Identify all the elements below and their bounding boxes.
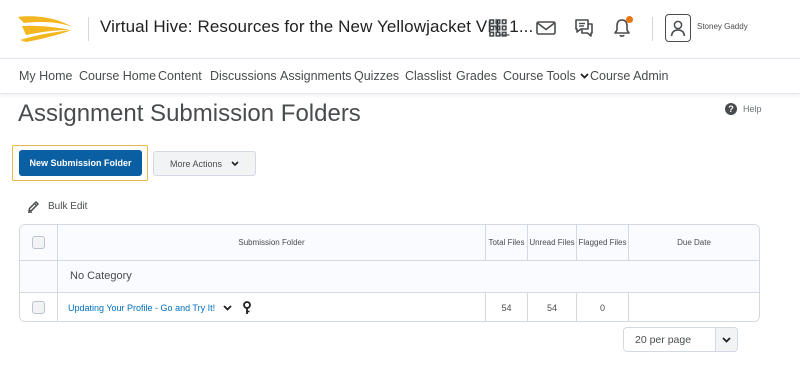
nav-course-admin[interactable]: Course Admin [590,69,669,83]
help-label: Help [743,104,762,114]
chevron-down-icon[interactable] [223,304,232,311]
nav-my-home[interactable]: My Home [19,69,72,83]
bulk-edit-label: Bulk Edit [48,201,88,212]
total-files-cell: 54 [485,293,527,321]
folder-link[interactable]: Updating Your Profile - Go and Try It! [68,303,215,313]
nav-course-tools[interactable]: Course Tools [503,69,589,83]
bulk-edit-button[interactable]: Bulk Edit [27,200,87,213]
nav-content[interactable]: Content [158,69,202,83]
nav-classlist[interactable]: Classlist [405,69,452,83]
select-all-checkbox[interactable] [32,236,45,249]
chevron-down-icon [231,161,239,166]
per-page-select[interactable]: 20 per page [623,327,738,352]
notification-dot [626,16,633,23]
header-flagged-files[interactable]: Flagged Files [576,225,628,260]
chevron-down-icon [580,73,589,79]
header-due-date[interactable]: Due Date [628,225,759,260]
course-navbar: My Home Course Home Content Discussions … [0,58,800,94]
row-select-cell [20,293,57,321]
header-unread-files[interactable]: Unread Files [527,225,576,260]
folder-cell: Updating Your Profile - Go and Try It! [57,293,485,321]
category-divider [57,261,58,292]
pencil-edit-icon [28,201,39,213]
more-actions-button[interactable]: More Actions [153,151,256,176]
course-title[interactable]: Virtual Hive: Resources for the New Yell… [100,17,533,37]
per-page-label: 20 per page [635,334,692,346]
header-submission-folder[interactable]: Submission Folder [57,225,485,260]
category-row: No Category [20,261,759,293]
nav-course-home[interactable]: Course Home [79,69,156,83]
bell-icon[interactable] [609,15,635,41]
header-total-files[interactable]: Total Files [485,225,527,260]
due-date-cell [628,293,759,321]
app-grid-icon[interactable] [485,15,511,41]
table-row: Updating Your Profile - Go and Try It! 5… [20,293,759,321]
more-actions-label: More Actions [169,158,223,169]
top-header: Virtual Hive: Resources for the New Yell… [0,0,800,58]
chevron-down-icon [722,336,731,343]
flagged-files-cell: 0 [576,293,628,321]
header-divider [652,17,653,41]
chat-bubbles-icon[interactable] [571,15,597,41]
help-icon: ? [725,103,737,115]
page-title: Assignment Submission Folders [18,100,361,127]
nav-course-tools-label: Course Tools [503,69,576,83]
submission-folders-table: Submission Folder Total Files Unread Fil… [19,224,760,322]
help-link[interactable]: ? Help [725,103,762,115]
table-header-row: Submission Folder Total Files Unread Fil… [20,225,759,261]
nav-assignments[interactable]: Assignments [280,69,352,83]
nav-grades[interactable]: Grades [456,69,497,83]
header-divider [88,17,89,41]
user-name[interactable]: Stoney Gaddy [697,22,748,31]
category-label: No Category [70,270,132,282]
new-submission-folder-button[interactable]: New Submission Folder [19,150,142,176]
institution-logo[interactable] [16,13,74,43]
nav-quizzes[interactable]: Quizzes [354,69,399,83]
nav-discussions[interactable]: Discussions [210,69,277,83]
row-checkbox[interactable] [32,301,45,314]
per-page-dropdown-button[interactable] [715,328,737,351]
logo-swoosh-icon [18,16,72,42]
envelope-icon[interactable] [533,15,559,41]
unread-files-cell: 54 [527,293,576,321]
key-icon [243,300,251,314]
header-select-cell [20,225,57,260]
user-avatar-icon[interactable] [665,14,691,42]
